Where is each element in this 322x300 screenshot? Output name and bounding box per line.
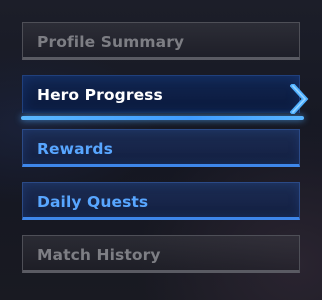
menu-item-label: Daily Quests [37, 193, 149, 211]
menu-item-label: Profile Summary [37, 33, 185, 51]
side-menu: Profile Summary Hero Progress Rewards Da… [0, 0, 322, 300]
active-tab-underline [21, 116, 304, 120]
menu-item-profile-summary[interactable]: Profile Summary [22, 22, 300, 60]
chevron-right-icon [290, 84, 309, 114]
menu-item-hero-progress[interactable]: Hero Progress [22, 75, 300, 113]
menu-item-rewards[interactable]: Rewards [22, 129, 300, 167]
menu-item-label: Rewards [37, 140, 113, 158]
menu-item-match-history[interactable]: Match History [22, 235, 300, 273]
menu-item-label: Hero Progress [37, 86, 163, 104]
menu-item-label: Match History [37, 246, 161, 264]
menu-item-daily-quests[interactable]: Daily Quests [22, 182, 300, 220]
